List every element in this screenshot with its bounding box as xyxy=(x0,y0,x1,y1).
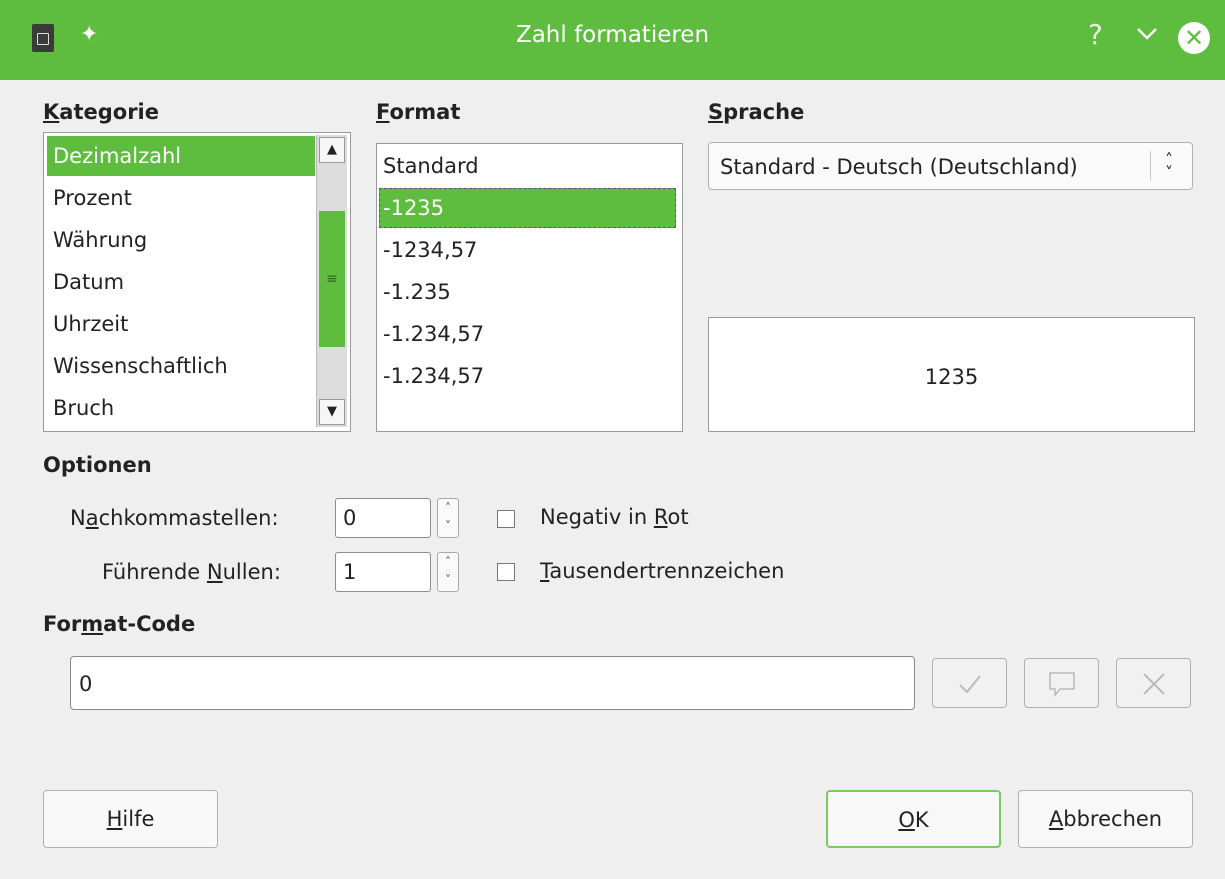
kategorie-item[interactable]: Datum xyxy=(47,262,315,302)
help-icon[interactable]: ? xyxy=(1088,18,1103,51)
abbrechen-button[interactable]: Abbrechen xyxy=(1018,790,1193,848)
format-list[interactable]: Standard -1235 -1234,57 -1.235 -1.234,57 -1.2… xyxy=(376,143,683,432)
kategorie-item[interactable]: Wissenschaftlich xyxy=(47,346,315,386)
tausender-label: Tausendertrennzeichen xyxy=(540,559,785,583)
fuehrende-stepper[interactable]: 1 xyxy=(335,552,431,592)
scroll-up-icon[interactable]: ▲ xyxy=(319,137,345,163)
comment-icon xyxy=(1049,672,1075,698)
updown-icon: ˄ ˅ xyxy=(1165,150,1173,182)
negativ-checkbox[interactable] xyxy=(497,510,515,528)
kategorie-item[interactable]: Währung xyxy=(47,220,315,260)
kategorie-item[interactable]: Prozent xyxy=(47,178,315,218)
formatcode-label: Format-Code xyxy=(43,612,196,636)
format-item[interactable]: -1.234,57 xyxy=(379,314,676,354)
fuehrende-spin-icon[interactable]: ˄ ˅ xyxy=(437,552,459,592)
optionen-label: Optionen xyxy=(43,453,152,477)
preview-value: 1235 xyxy=(924,365,979,389)
select-divider xyxy=(1150,151,1151,181)
close-icon[interactable]: ✕ xyxy=(1178,22,1210,54)
ok-button[interactable]: OK xyxy=(826,790,1001,848)
formatcode-value: 0 xyxy=(79,672,93,696)
fuehrende-label: Führende Nullen: xyxy=(102,560,281,584)
formatcode-input[interactable]: 0 xyxy=(70,656,915,710)
kategorie-list[interactable]: Dezimalzahl Prozent Währung Datum Uhrzeit Wis… xyxy=(43,132,351,432)
nachkomma-label: Nachkommastellen: xyxy=(70,506,279,530)
format-item[interactable]: Standard xyxy=(379,146,676,186)
format-item[interactable]: -1.235 xyxy=(379,272,676,312)
kategorie-item[interactable]: Dezimalzahl xyxy=(47,136,315,176)
scrollbar-thumb[interactable]: ≡ xyxy=(319,211,345,347)
x-icon xyxy=(1143,673,1165,695)
sprache-select[interactable]: Standard - Deutsch (Deutschland) ˄ ˅ xyxy=(708,142,1193,190)
sprache-label: Sprache xyxy=(708,100,805,124)
kategorie-scrollbar[interactable]: ▲ ≡ ▼ xyxy=(316,135,347,427)
window-title: Zahl formatieren xyxy=(515,22,710,48)
hilfe-button[interactable]: Hilfe xyxy=(43,790,218,848)
accept-button[interactable] xyxy=(932,658,1007,708)
format-label: Format xyxy=(376,100,461,124)
format-item[interactable]: -1235 xyxy=(379,188,676,228)
kategorie-item[interactable]: Bruch xyxy=(47,388,315,428)
checkmark-icon xyxy=(959,675,981,694)
nachkomma-stepper[interactable]: 0 xyxy=(335,498,431,538)
nachkomma-spin-icon[interactable]: ˄ ˅ xyxy=(437,498,459,538)
sprache-value: Standard - Deutsch (Deutschland) xyxy=(720,155,1078,179)
tausender-checkbox[interactable] xyxy=(497,563,515,581)
preview-box: 1235 xyxy=(708,317,1195,432)
format-item[interactable]: -1.234,57 xyxy=(379,356,676,396)
kategorie-label: Kategorie xyxy=(43,100,159,124)
delete-button[interactable] xyxy=(1116,658,1191,708)
chevron-down-icon[interactable] xyxy=(1134,20,1160,46)
kategorie-item[interactable]: Uhrzeit xyxy=(47,304,315,344)
format-item[interactable]: -1234,57 xyxy=(379,230,676,270)
title-bar: ✦ Zahl formatieren ? ✕ xyxy=(0,0,1225,80)
comment-button[interactable] xyxy=(1024,658,1099,708)
scroll-down-icon[interactable]: ▼ xyxy=(319,399,345,425)
negativ-label: Negativ in Rot xyxy=(540,505,689,529)
